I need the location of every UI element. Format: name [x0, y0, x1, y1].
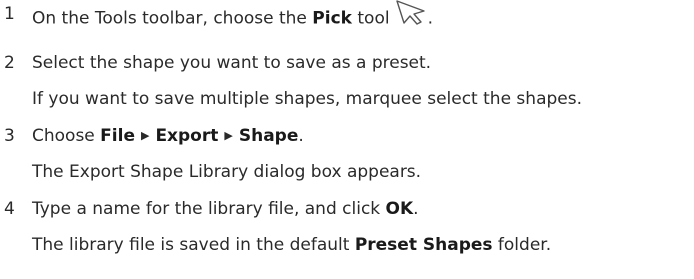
- instruction-steps: 1 On the Tools toolbar, choose the Pick …: [0, 0, 694, 279]
- step-note: The Export Shape Library dialog box appe…: [32, 162, 422, 182]
- step-text-part: .: [427, 8, 433, 29]
- pick-tool-icon: [394, 0, 428, 32]
- step-number: 1: [4, 4, 15, 24]
- step-text-part: tool: [351, 8, 390, 29]
- step-number: 4: [4, 199, 15, 219]
- step-text: Type a name for the library file, and cl…: [32, 197, 419, 221]
- step-text-part: Type a name for the library file, and cl…: [32, 199, 386, 219]
- preset-shapes-folder: Preset Shapes: [354, 235, 493, 255]
- menu-arrow-icon: ▶: [140, 129, 150, 142]
- pick-tool-name: Pick: [312, 8, 352, 29]
- menu-arrow-icon: ▶: [224, 129, 233, 142]
- step-text: Choose File ▶ Export ▶ Shape.: [32, 124, 304, 150]
- step-text: On the Tools toolbar, choose the Pick to…: [32, 0, 433, 35]
- step-note-part: folder.: [492, 235, 552, 255]
- step-note: If you want to save multiple shapes, mar…: [32, 89, 582, 109]
- step-note: The library file is saved in the default…: [32, 233, 551, 257]
- step-note-part: The library file is saved in the default: [32, 235, 355, 255]
- step-text-part: Choose: [32, 126, 101, 146]
- step-text: Select the shape you want to save as a p…: [32, 53, 432, 73]
- step-text-part: .: [298, 126, 304, 146]
- step-number: 3: [4, 126, 15, 146]
- step-text-part: On the Tools toolbar, choose the: [32, 8, 313, 29]
- menu-export: Export: [155, 126, 219, 146]
- step-text-part: .: [413, 199, 419, 219]
- menu-file: File: [100, 126, 135, 146]
- menu-shape: Shape: [238, 126, 299, 146]
- ok-label: OK: [385, 199, 414, 219]
- step-number: 2: [4, 53, 15, 73]
